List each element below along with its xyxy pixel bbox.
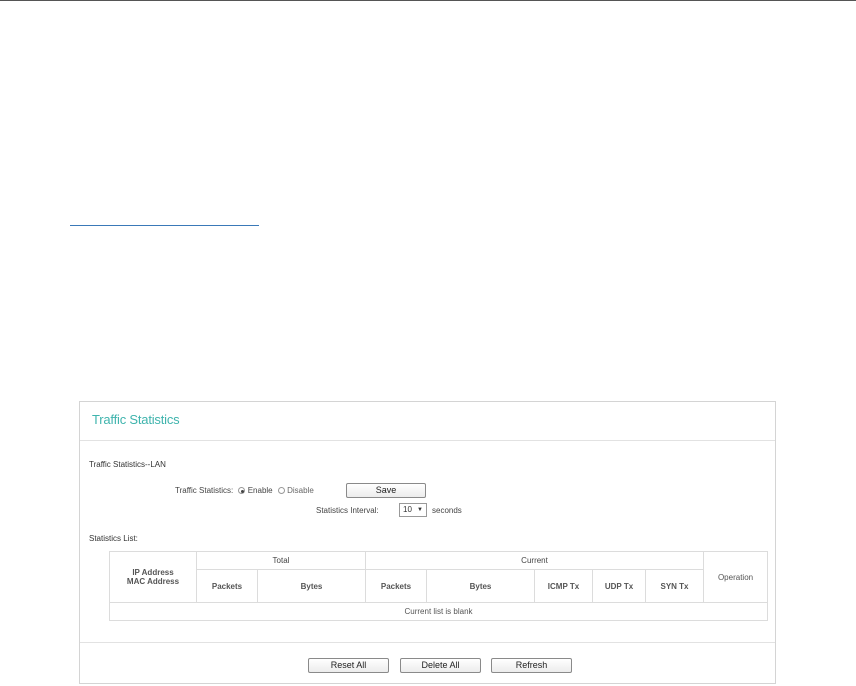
- refresh-button[interactable]: Refresh: [491, 658, 572, 673]
- top-divider: [0, 0, 856, 1]
- total-packets-header: Packets: [196, 569, 258, 603]
- dropdown-arrow-icon: ▼: [417, 507, 423, 513]
- udp-tx-header: UDP Tx: [592, 569, 646, 603]
- reset-all-button[interactable]: Reset All: [308, 658, 389, 673]
- total-bytes-header: Bytes: [257, 569, 366, 603]
- link-underline[interactable]: [70, 225, 259, 226]
- enable-label[interactable]: Enable: [248, 486, 273, 495]
- title-divider: [80, 440, 775, 441]
- traffic-statistics-label: Traffic Statistics:: [175, 486, 234, 495]
- current-group-header: Current: [364, 551, 705, 570]
- operation-header: Operation: [703, 551, 769, 603]
- lan-section-heading: Traffic Statistics--LAN: [89, 460, 166, 469]
- table-row: Current list is blank: [108, 602, 769, 621]
- panel-title: Traffic Statistics: [92, 412, 180, 427]
- ip-address-header: IP Address: [132, 568, 174, 577]
- footer-divider: [80, 642, 775, 643]
- current-packets-header: Packets: [365, 569, 427, 603]
- empty-list-message: Current list is blank: [108, 602, 769, 621]
- delete-all-button[interactable]: Delete All: [400, 658, 481, 673]
- current-bytes-header: Bytes: [426, 569, 535, 603]
- interval-value: 10: [403, 505, 412, 514]
- ip-mac-header: IP Address MAC Address: [109, 551, 197, 603]
- interval-unit: seconds: [432, 506, 462, 515]
- icmp-tx-header: ICMP Tx: [534, 569, 593, 603]
- traffic-statistics-panel: Traffic Statistics Traffic Statistics--L…: [79, 401, 776, 684]
- statistics-table: IP Address MAC Address Total Current Ope…: [108, 551, 769, 621]
- total-group-header: Total: [196, 551, 366, 570]
- statistics-interval-label: Statistics Interval:: [316, 506, 379, 515]
- statistics-list-heading: Statistics List:: [89, 534, 138, 543]
- syn-tx-header: SYN Tx: [644, 569, 705, 603]
- disable-radio[interactable]: [277, 487, 285, 494]
- traffic-statistics-row: Traffic Statistics: Enable Disable: [175, 486, 314, 495]
- save-button[interactable]: Save: [346, 483, 426, 498]
- disable-label[interactable]: Disable: [287, 486, 314, 495]
- enable-radio[interactable]: [238, 487, 246, 494]
- mac-address-header: MAC Address: [126, 577, 180, 586]
- statistics-interval-select[interactable]: 10 ▼: [399, 503, 427, 517]
